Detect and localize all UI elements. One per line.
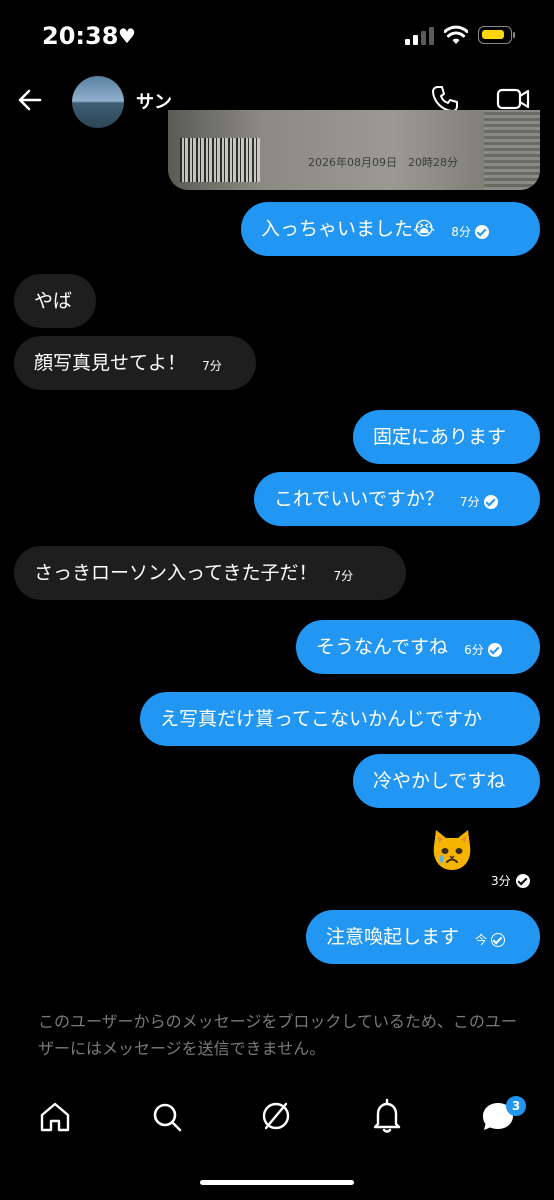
message-text: 注意喚起します — [326, 926, 460, 948]
message-text: さっきローソン入ってきた子だ！ — [34, 562, 318, 584]
shared-photo[interactable]: 2026年08月09日 20時28分 — [168, 110, 540, 190]
photo-date-stamp: 2026年08月09日 20時28分 — [308, 156, 458, 169]
message-text: 顔写真見せてよ！ — [34, 352, 187, 374]
message-time: 7分 — [333, 568, 354, 583]
message-time: 8分 — [451, 224, 471, 239]
battery-icon — [478, 26, 515, 44]
message-bubble-outgoing[interactable]: 注意喚起します 今 — [306, 910, 540, 964]
message-time: 7分 — [202, 358, 222, 373]
message-bubble-incoming[interactable]: 顔写真見せてよ！ 7分 — [14, 336, 256, 390]
message-text: そうなんですね — [316, 636, 449, 658]
read-check-icon — [515, 873, 530, 888]
message-time: 7分 — [459, 494, 480, 509]
bottom-nav — [0, 1092, 554, 1142]
status-time: 20:38 — [42, 22, 119, 50]
message-bubble-outgoing[interactable]: 入っちゃいました😭 8分 — [241, 202, 540, 256]
wifi-icon — [444, 25, 468, 44]
read-check-icon — [483, 494, 498, 509]
crying-cat-emoji-icon — [433, 830, 471, 870]
message-bubble-outgoing[interactable]: 固定にあります — [353, 410, 540, 464]
search-icon[interactable] — [150, 1100, 184, 1134]
photo-mesh — [484, 110, 540, 190]
message-bubble-outgoing[interactable]: これでいいですか？ 7分 — [254, 472, 540, 526]
blocked-notice: このユーザーからのメッセージをブロックしているため、このユーザーにはメッセージを… — [38, 1012, 517, 1058]
heart-icon: ♥ — [118, 24, 136, 48]
cellular-signal-icon — [405, 27, 434, 45]
home-indicator — [200, 1180, 354, 1185]
read-check-icon — [474, 224, 489, 239]
message-time: 今 — [475, 932, 488, 947]
read-check-icon — [487, 642, 502, 657]
message-bubble-outgoing[interactable]: そうなんですね 6分 — [296, 620, 540, 674]
contact-avatar[interactable] — [72, 76, 124, 128]
message-text: 入っちゃいました😭 — [261, 218, 436, 240]
message-time: 6分 — [464, 642, 484, 657]
message-bubble-incoming[interactable]: さっきローソン入ってきた子だ！ 7分 — [14, 546, 406, 600]
message-bubble-incoming[interactable]: やば — [14, 274, 96, 328]
back-arrow-icon[interactable] — [14, 84, 46, 116]
video-call-icon[interactable] — [496, 86, 530, 112]
message-bubble-outgoing[interactable]: え写真だけ貰ってこないかんじですか — [140, 692, 540, 746]
message-text: やば — [34, 290, 73, 312]
contact-name[interactable]: サン — [136, 88, 172, 114]
message-text: 冷やかしですね — [373, 770, 506, 792]
message-text: これでいいですか？ — [274, 488, 444, 510]
explore-compass-icon[interactable] — [258, 1098, 294, 1134]
home-icon[interactable] — [38, 1100, 72, 1134]
message-text: え写真だけ貰ってこないかんじですか — [160, 708, 483, 730]
sent-check-icon — [491, 932, 506, 947]
notifications-bell-icon[interactable] — [370, 1098, 404, 1134]
photo-barcode — [180, 138, 260, 182]
message-text: 固定にあります — [373, 426, 507, 448]
messages-badge: 3 — [506, 1096, 526, 1116]
message-bubble-outgoing[interactable]: 冷やかしですね — [353, 754, 540, 808]
message-time: 3分 — [491, 874, 511, 888]
status-bar: 20:38 ♥ — [0, 0, 554, 74]
